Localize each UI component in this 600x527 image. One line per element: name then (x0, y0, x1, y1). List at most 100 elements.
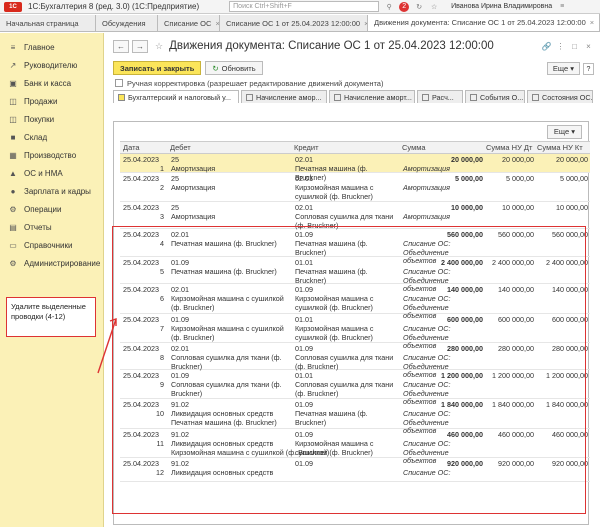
close-icon[interactable]: × (590, 18, 594, 27)
cell-credit-subconto: Печатная машина (ф. Bruckner) (295, 409, 368, 427)
cell-line-number: 6 (160, 294, 164, 303)
refresh-button[interactable]: ↻ Обновить (205, 61, 263, 75)
tab-depreciation-2[interactable]: Начисление аморт... (329, 90, 415, 103)
cell-sum-nu-dt: 2 400 000,00 (492, 258, 534, 267)
cell-line-number: 4 (160, 239, 164, 248)
sidebar-item-operations[interactable]: ⚙ Операции (0, 200, 103, 218)
manual-correction-checkbox[interactable] (115, 79, 123, 87)
sidebar-item-assets[interactable]: ▲ ОС и НМА (0, 164, 103, 182)
sidebar-item-production[interactable]: ▦ Производство (0, 146, 103, 164)
save-and-close-button[interactable]: Записать и закрыть (113, 61, 202, 75)
table-row[interactable]: 25.04.2023 4 02.01 Печатная машина (ф. Bruc… (120, 229, 590, 265)
table-more-button[interactable]: Еще ▾ (546, 124, 582, 139)
menu-icon: ≡ (10, 42, 16, 52)
star-icon[interactable]: ☆ (429, 2, 439, 12)
table-row[interactable]: 25.04.2023 6 02.01 Кирзомойная машина с суш… (120, 284, 590, 320)
cell-sum-nu-kt: 140 000,00 (552, 285, 588, 294)
notification-bell-icon[interactable]: 2 (399, 1, 410, 12)
sidebar-item-reports[interactable]: ▤ Отчеты (0, 218, 103, 236)
tab-depreciation-1[interactable]: Начисление амор... (241, 90, 327, 103)
cell-credit-subconto: Кирзомойная машина с сушилкой (ф. Bruckn… (295, 183, 374, 201)
cell-line-number: 2 (160, 183, 164, 192)
more-actions-icon[interactable]: ⋮ (555, 42, 566, 51)
link-icon[interactable]: 🔗 (541, 42, 552, 51)
cell-sum-nu-dt: 560 000,00 (498, 230, 534, 239)
cell-sum-nu-dt: 460 000,00 (498, 430, 534, 439)
menu-icon[interactable]: ≡ (557, 2, 567, 12)
cell-sum-nu-kt: 20 000,00 (556, 155, 588, 164)
table-row[interactable]: 25.04.2023 5 01.09 Печатная машина (ф. Bruc… (120, 257, 590, 293)
table-row[interactable]: 25.04.2023 11 91.02 Ликвидация основных сре… (120, 429, 590, 465)
column-sum[interactable]: Сумма (399, 142, 483, 153)
maximize-icon[interactable]: □ (569, 42, 580, 51)
bank-icon: ▣ (9, 78, 17, 88)
cell-sum-nu-dt: 20 000,00 (502, 155, 534, 164)
column-sum-nu-kt[interactable]: Сумма НУ Кт (534, 142, 590, 153)
cell-sum-nu-kt: 1 200 000,00 (546, 371, 588, 380)
tab-write-off-document[interactable]: Списание ОС 1 от 25.04.2023 12:00:00× (220, 15, 368, 31)
tab-calculation[interactable]: Расч... (417, 90, 463, 103)
sidebar-item-purchases[interactable]: ◫ Покупки (0, 110, 103, 128)
title-bar: 1C 1С:Бухгалтерия 8 (ред. 3.0) (1С:Предп… (0, 0, 600, 14)
help-button[interactable]: ? (583, 63, 594, 75)
table-body: 25.04.2023 1 25 Амортизация 02.01 Печатная ма… (120, 154, 590, 482)
cell-sum-nu-dt: 5 000,00 (506, 174, 534, 183)
table-header: Дата Дебет Кредит Сумма Сумма НУ Дт Сумм… (120, 141, 590, 154)
cell-sum-note: Списание ОС: (403, 468, 451, 477)
column-sum-nu-dt[interactable]: Сумма НУ Дт (483, 142, 534, 153)
cell-credit-subconto: Кирзомойная машина с сушилкой (ф. Bruckn… (295, 324, 374, 342)
history-icon[interactable]: ↻ (414, 2, 424, 12)
sidebar-item-admin[interactable]: ⚙ Администрирование (0, 254, 103, 272)
cell-sum-nu-dt: 1 200 000,00 (492, 371, 534, 380)
column-debit[interactable]: Дебет (167, 142, 291, 153)
cell-line-number: 12 (156, 468, 164, 477)
app-logo: 1C (4, 1, 22, 12)
sidebar-item-bank[interactable]: ▣ Банк и касса (0, 74, 103, 92)
factory-icon: ▦ (9, 150, 17, 160)
sidebar-item-main[interactable]: ≡ Главное (0, 38, 103, 56)
forward-button[interactable]: → (132, 39, 148, 53)
back-button[interactable]: ← (113, 39, 129, 53)
tab-discussions[interactable]: Обсуждения (96, 15, 158, 31)
tab-os-states[interactable]: Состояния ОС... (527, 90, 593, 103)
cell-debit-subconto: Амортизация (171, 183, 216, 192)
people-icon: ● (10, 186, 16, 196)
table-row[interactable]: 25.04.2023 1 25 Амортизация 02.01 Печатная ма… (120, 154, 590, 181)
more-button[interactable]: Еще ▾ (546, 61, 580, 75)
search-icon[interactable]: ⚲ (384, 2, 394, 12)
tab-home[interactable]: Начальная страница (0, 15, 96, 31)
close-icon[interactable]: × (583, 42, 594, 51)
entries-table: Дата Дебет Кредит Сумма Сумма НУ Дт Сумм… (120, 141, 590, 525)
tab-document-movements[interactable]: Движения документа: Списание ОС 1 от 25.… (368, 14, 600, 31)
sidebar-item-sales[interactable]: ◫ Продажи (0, 92, 103, 110)
column-date[interactable]: Дата (120, 142, 167, 153)
search-input[interactable]: Поиск Ctrl+Shift+F (229, 1, 380, 12)
register-icon (118, 93, 125, 101)
sidebar-item-manager[interactable]: ↗ Руководителю (0, 56, 103, 74)
cell-debit-subconto: Печатная машина (ф. Bruckner) (171, 239, 277, 248)
table-row[interactable]: 25.04.2023 10 91.02 Ликвидация основных сре… (120, 399, 590, 435)
tab-write-off-list[interactable]: Списание ОС × (158, 15, 220, 31)
tab-os-events[interactable]: События О... (465, 90, 525, 103)
table-row[interactable]: 25.04.2023 12 91.02 Ликвидация основных сре… (120, 458, 590, 482)
table-row[interactable]: 25.04.2023 2 25 Амортизация 02.01 Кирзомойная… (120, 173, 590, 202)
cell-credit-account: 01.09 (295, 459, 313, 468)
book-icon: ▭ (9, 240, 17, 250)
sidebar: ≡ Главное ↗ Руководителю ▣ Банк и касса ◫ Пр… (0, 33, 104, 527)
tab-accounting[interactable]: Бухгалтерский и налоговый у... (113, 90, 239, 103)
chart-icon: ↗ (9, 60, 17, 70)
table-row[interactable]: 25.04.2023 7 01.09 Кирзомойная машина с суш… (120, 314, 590, 350)
table-row[interactable]: 25.04.2023 3 25 Амортизация 02.01 Сопловая су… (120, 202, 590, 229)
table-row[interactable]: 25.04.2023 8 02.01 Сопловая сушилка для тка… (120, 343, 590, 379)
sidebar-item-directories[interactable]: ▭ Справочники (0, 236, 103, 254)
cell-line-number: 7 (160, 324, 164, 333)
favorite-star-icon[interactable]: ☆ (155, 41, 163, 52)
cell-sum-nu-kt: 280 000,00 (552, 344, 588, 353)
user-name[interactable]: Иванова Ирина Владимировна (451, 3, 552, 10)
open-tabs: Начальная страница Обсуждения Списание О… (0, 14, 600, 32)
cell-line-number: 11 (156, 439, 164, 448)
sidebar-item-salary[interactable]: ● Зарплата и кадры (0, 182, 103, 200)
column-credit[interactable]: Кредит (291, 142, 399, 153)
sidebar-item-warehouse[interactable]: ■ Склад (0, 128, 103, 146)
table-row[interactable]: 25.04.2023 9 01.09 Сопловая сушилка для тка… (120, 370, 590, 406)
